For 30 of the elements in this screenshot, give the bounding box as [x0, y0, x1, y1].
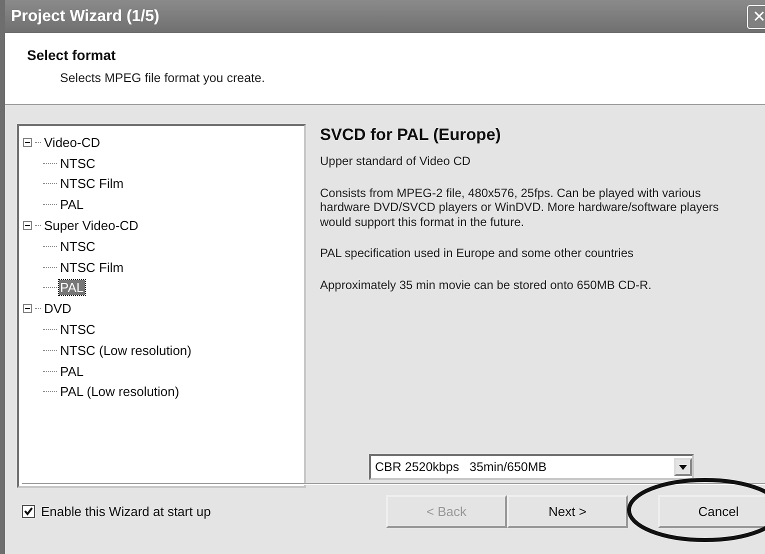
tree-item[interactable]: PAL: [59, 364, 85, 379]
wizard-button[interactable]: Cancel: [658, 495, 765, 528]
window-title: Project Wizard (1/5): [11, 8, 160, 26]
format-title: SVCD for PAL (Europe): [320, 126, 502, 145]
description-text: PAL specification used in Europe and some other countries: [320, 246, 635, 260]
startup-checkbox[interactable]: Enable this Wizard at start up: [22, 504, 211, 519]
page-title: Select format: [27, 47, 117, 63]
wizard-button[interactable]: Next >: [507, 495, 628, 528]
description-text: Approximately 35 min movie can be stored onto 650MB CD-R.: [320, 278, 652, 292]
tree-item[interactable]: NTSC: [59, 322, 96, 338]
collapse-icon[interactable]: [23, 221, 32, 230]
collapse-icon[interactable]: [23, 138, 32, 147]
tree-item[interactable]: Video-CD: [43, 134, 102, 150]
tree-item[interactable]: NTSC Film: [59, 260, 125, 275]
description-text: Upper standard of Video CD: [320, 154, 472, 168]
tree-item[interactable]: NTSC: [59, 238, 96, 254]
tree-item[interactable]: DVD: [43, 301, 72, 316]
tree-item[interactable]: Super Video-CD: [43, 218, 140, 234]
bitrate-dropdown[interactable]: CBR 2520kbps 35min/650MB: [369, 454, 694, 480]
tree-item[interactable]: PAL: [59, 197, 85, 212]
checkmark-icon: [24, 507, 33, 516]
tree-item[interactable]: PAL (Low resolution): [59, 384, 180, 400]
tree-item[interactable]: NTSC: [59, 156, 96, 171]
tree-item[interactable]: NTSC (Low resolution): [59, 342, 192, 358]
collapse-icon[interactable]: [23, 304, 32, 314]
tree-item[interactable]: PAL: [59, 280, 85, 296]
tree-item[interactable]: NTSC Film: [59, 176, 125, 192]
close-button[interactable]: ✕: [747, 4, 765, 28]
page-subtitle: Selects MPEG file format you create.: [59, 71, 266, 85]
description-text: Consists from MPEG-2 file, 480x576, 25fps. Can be played with various hardware DVD/SVCD players or WinDVD. More hardware/software players would support this format in the future.: [320, 186, 720, 229]
